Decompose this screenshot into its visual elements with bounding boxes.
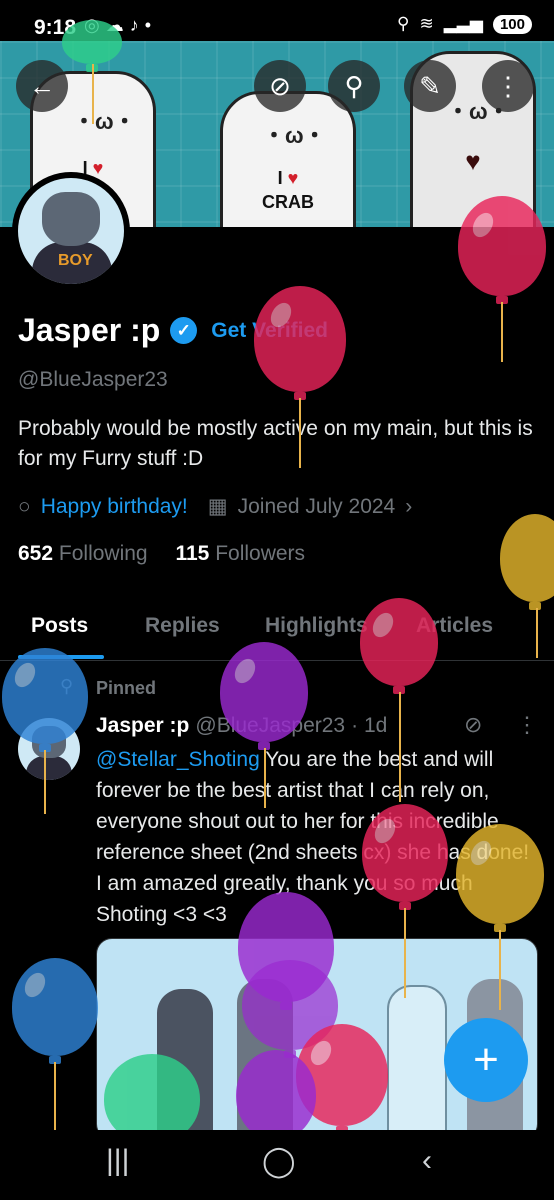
plus-icon: + bbox=[473, 1035, 499, 1084]
follow-stats: 652 Following 115 Followers bbox=[18, 542, 305, 566]
balloon-purple-4 bbox=[236, 1050, 316, 1148]
compose-fab[interactable]: + bbox=[444, 1018, 528, 1102]
back-nav-icon[interactable]: ‹ bbox=[422, 1144, 432, 1178]
post-more-icon[interactable]: ⋮ bbox=[516, 712, 538, 738]
following-link[interactable]: 652 Following bbox=[18, 542, 148, 565]
recent-apps-icon[interactable]: ||| bbox=[106, 1144, 129, 1178]
wifi-icon: ≋ bbox=[419, 14, 434, 33]
profile-meta: ○ Happy birthday! ▦ Joined July 2024 › bbox=[18, 494, 412, 519]
tab-highlights[interactable]: Highlights bbox=[265, 614, 368, 638]
balloon-blue-1 bbox=[2, 648, 88, 752]
system-icons: ⚲ ≋ ▂▃▅ 100 bbox=[397, 14, 532, 34]
back-arrow-icon: ← bbox=[29, 70, 55, 101]
search-button[interactable]: ⚲ bbox=[328, 60, 380, 112]
pinned-label: Pinned bbox=[96, 678, 157, 698]
profile-name: Jasper :p bbox=[18, 312, 161, 348]
home-icon[interactable]: ◯ bbox=[262, 1144, 296, 1179]
banner-cat-center: ・ω・ I ♥ CRAB bbox=[220, 91, 356, 227]
balloon-icon: ○ bbox=[18, 494, 31, 518]
search-icon: ⚲ bbox=[344, 70, 364, 101]
chevron-right-icon[interactable]: › bbox=[405, 495, 412, 519]
balloon-red-3 bbox=[360, 598, 438, 694]
more-button[interactable]: ⋮ bbox=[482, 60, 534, 112]
battery-indicator: 100 bbox=[492, 14, 532, 34]
tab-posts[interactable]: Posts bbox=[31, 614, 88, 638]
more-vertical-icon: ⋮ bbox=[495, 70, 521, 101]
post-mention[interactable]: @Stellar_Shoting bbox=[96, 748, 260, 771]
post-grok-icon[interactable]: ⊘ bbox=[464, 712, 482, 738]
calendar-icon: ▦ bbox=[207, 495, 228, 518]
grok-icon: ⊘ bbox=[269, 70, 291, 101]
profile-handle: @BlueJasper23 bbox=[18, 368, 168, 391]
post-time: · 1d bbox=[351, 714, 388, 737]
followers-link[interactable]: 115 Followers bbox=[175, 542, 305, 565]
edit-button[interactable]: ✎ bbox=[404, 60, 456, 112]
profile-avatar[interactable]: BOY bbox=[12, 172, 130, 290]
grok-button[interactable]: ⊘ bbox=[254, 60, 306, 112]
post-author[interactable]: Jasper :p bbox=[96, 714, 189, 738]
tab-replies[interactable]: Replies bbox=[145, 614, 220, 638]
back-button[interactable]: ← bbox=[16, 60, 68, 112]
profile-bio: Probably would be mostly active on my ma… bbox=[18, 417, 533, 470]
balloon-purple-1 bbox=[220, 642, 308, 750]
joined-date: Joined July 2024 bbox=[237, 494, 396, 518]
balloon-blue-2 bbox=[12, 958, 98, 1064]
location-icon: ⚲ bbox=[397, 14, 410, 33]
balloon-yellow-2 bbox=[456, 824, 544, 932]
balloon-yellow-1 bbox=[500, 514, 554, 610]
system-navigation-bar: ||| ◯ ‹ bbox=[0, 1130, 554, 1200]
balloon-red-1 bbox=[458, 196, 546, 304]
edit-icon: ✎ bbox=[419, 70, 441, 101]
balloon-red-2 bbox=[254, 286, 346, 400]
balloon-green-top bbox=[62, 20, 122, 72]
verified-badge-icon[interactable]: ✓ bbox=[170, 317, 198, 344]
birthday-link[interactable]: Happy birthday! bbox=[41, 495, 188, 519]
balloon-red-4 bbox=[362, 804, 448, 910]
signal-icon: ▂▃▅ bbox=[443, 14, 483, 33]
